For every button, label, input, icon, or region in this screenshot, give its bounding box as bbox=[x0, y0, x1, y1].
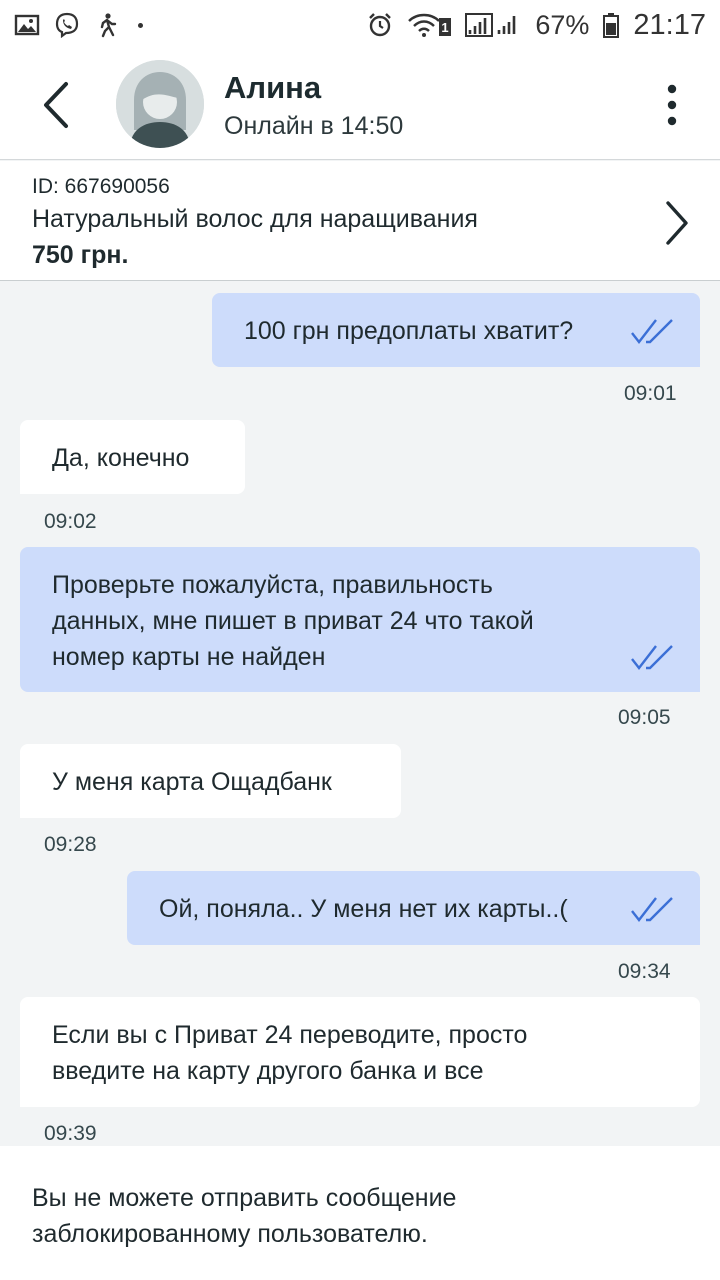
product-price: 750 грн. bbox=[32, 241, 129, 269]
product-id: ID: 667690056 bbox=[32, 175, 170, 198]
blocked-notice-line: заблокированному пользователю. bbox=[32, 1220, 428, 1248]
alarm-icon bbox=[367, 12, 393, 38]
gallery-icon bbox=[14, 12, 40, 38]
clock: 21:17 bbox=[633, 8, 706, 41]
message-time: 09:01 bbox=[624, 382, 677, 405]
product-title: Натуральный волос для наращивания bbox=[32, 205, 478, 233]
wifi-icon: 1 bbox=[407, 12, 452, 38]
message-time: 09:05 bbox=[618, 706, 671, 729]
double-check-icon bbox=[630, 895, 676, 923]
message-list[interactable]: 100 грн предоплаты хватит? 09:01 Да, кон… bbox=[0, 282, 720, 1146]
double-check-icon bbox=[630, 317, 676, 345]
message-bubble-incoming[interactable]: Да, конечно bbox=[20, 420, 245, 494]
message-text-line: данных, мне пишет в приват 24 что такой bbox=[52, 607, 534, 635]
message-bubble-outgoing[interactable]: Ой, поняла.. У меня нет их карты..( bbox=[127, 871, 700, 945]
message-time: 09:39 bbox=[44, 1122, 97, 1145]
user-avatar-icon bbox=[116, 60, 204, 148]
message-time: 09:28 bbox=[44, 833, 97, 856]
product-card[interactable]: ID: 667690056 Натуральный волос для нара… bbox=[0, 161, 720, 281]
walking-icon bbox=[94, 12, 120, 38]
message-time: 09:02 bbox=[44, 510, 97, 533]
message-text: Ой, поняла.. У меня нет их карты..( bbox=[159, 895, 568, 923]
blocked-notice: Вы не можете отправить сообщение заблоки… bbox=[0, 1146, 720, 1280]
message-text: Да, конечно bbox=[52, 444, 190, 472]
double-check-icon bbox=[630, 643, 676, 671]
viber-icon bbox=[54, 12, 80, 38]
more-options-button[interactable] bbox=[656, 82, 688, 128]
status-right: 1 67% 21:17 bbox=[367, 9, 706, 42]
message-bubble-incoming[interactable]: Если вы с Приват 24 переводите, просто в… bbox=[20, 997, 700, 1107]
avatar[interactable] bbox=[116, 60, 204, 148]
blocked-notice-line: Вы не можете отправить сообщение bbox=[32, 1184, 457, 1212]
contact-name: Алина bbox=[224, 70, 322, 105]
svg-text:1: 1 bbox=[442, 20, 449, 35]
message-text-line: Если вы с Приват 24 переводите, просто bbox=[52, 1021, 528, 1049]
back-button[interactable] bbox=[34, 80, 78, 130]
message-bubble-incoming[interactable]: У меня карта Ощадбанк bbox=[20, 744, 401, 818]
message-text-line: введите на карту другого банка и все bbox=[52, 1057, 484, 1085]
blocked-notice-text: Вы не можете отправить сообщение заблоки… bbox=[32, 1180, 682, 1252]
contact-status: Онлайн в 14:50 bbox=[224, 112, 404, 140]
status-bar: 1 67% 21:17 bbox=[0, 0, 720, 50]
message-text-line: Проверьте пожалуйста, правильность bbox=[52, 571, 493, 599]
battery-percent: 67% bbox=[535, 9, 590, 40]
chat-header: Алина Онлайн в 14:50 bbox=[0, 50, 720, 160]
message-bubble-outgoing[interactable]: Проверьте пожалуйста, правильность данны… bbox=[20, 547, 700, 692]
chevron-right-icon bbox=[662, 199, 692, 247]
message-text: 100 грн предоплаты хватит? bbox=[244, 317, 574, 345]
battery-icon bbox=[603, 12, 620, 38]
signal-icon bbox=[465, 12, 521, 38]
message-time: 09:34 bbox=[618, 960, 671, 983]
message-bubble-outgoing[interactable]: 100 грн предоплаты хватит? bbox=[212, 293, 700, 367]
message-text-line: номер карты не найден bbox=[52, 643, 326, 671]
back-arrow-icon bbox=[44, 82, 68, 128]
status-left bbox=[14, 12, 143, 38]
message-text: У меня карта Ощадбанк bbox=[52, 768, 332, 796]
notification-dot bbox=[138, 22, 143, 28]
more-vertical-icon bbox=[667, 84, 677, 126]
